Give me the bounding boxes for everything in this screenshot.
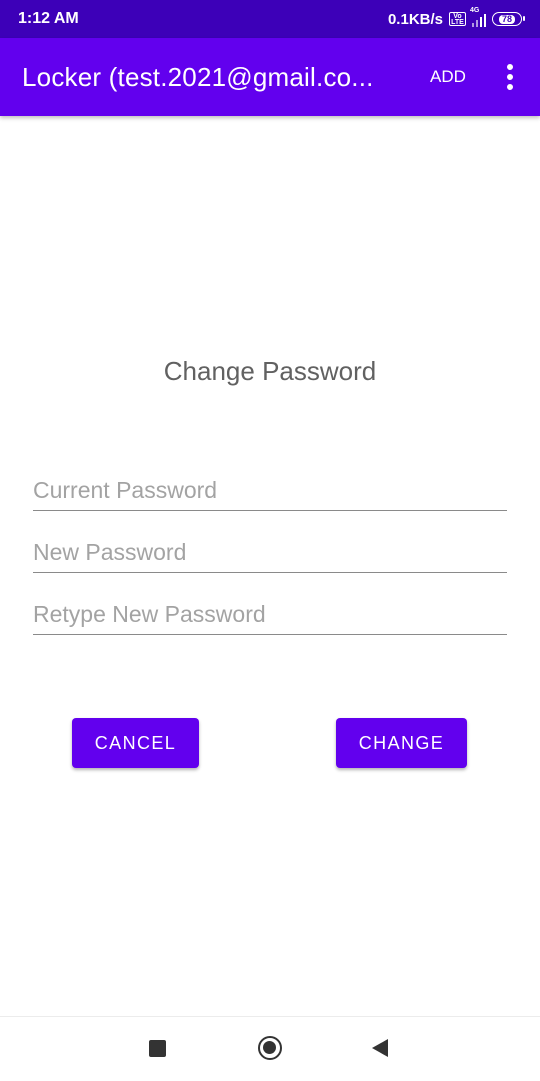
add-button[interactable]: ADD [421,60,475,94]
status-icons: 0.1KB/s Vo LTE 4G 78 [387,7,525,29]
volte-icon: Vo LTE [449,12,466,26]
recents-square-icon[interactable] [149,1040,166,1057]
signal-icon: 4G [470,7,486,27]
dialog-title: Change Password [163,356,377,386]
navigation-bar [0,1016,540,1081]
app-bar: Locker (test.2021@gmail.co... ADD [0,38,540,116]
new-password-field[interactable] [33,533,507,573]
home-circle-icon[interactable] [258,1036,282,1060]
current-password-field[interactable] [33,471,507,511]
status-bar: 1:12 AM 0.1KB/s Vo LTE 4G 78 [0,0,540,38]
battery-level: 78 [498,14,515,24]
back-triangle-icon[interactable] [372,1039,388,1057]
network-speed: 0.1KB/s [387,10,443,28]
status-time: 1:12 AM [18,10,79,27]
network-type: 4G [470,6,480,14]
app-title: Locker (test.2021@gmail.co... [22,62,374,92]
more-options-icon[interactable] [494,58,526,96]
battery-icon: 78 [492,12,525,26]
retype-password-field[interactable] [33,595,507,635]
cancel-button[interactable]: CANCEL [72,718,199,768]
change-button[interactable]: CHANGE [336,718,467,768]
